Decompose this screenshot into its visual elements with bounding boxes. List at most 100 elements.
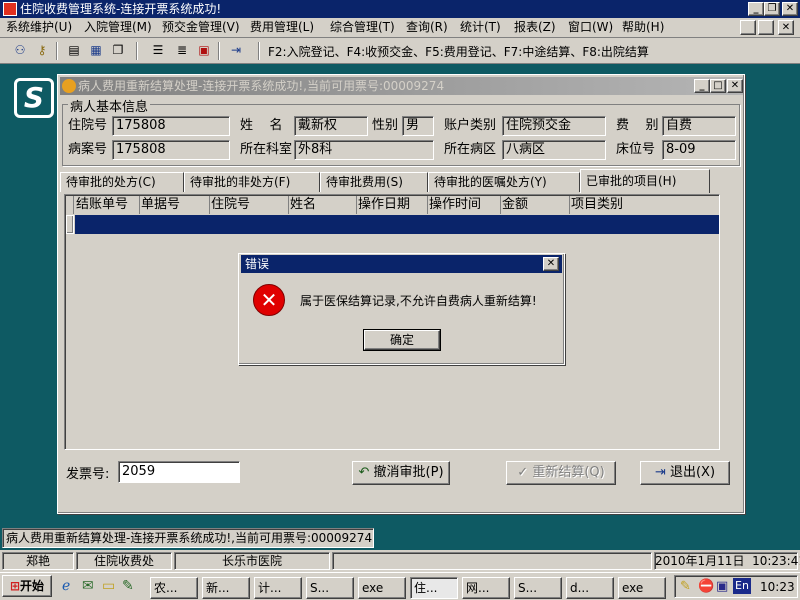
account-type-field[interactable]: 住院预交金 — [502, 116, 606, 136]
menu-help[interactable]: 帮助(H) — [622, 19, 664, 36]
menu-stats[interactable]: 统计(T) — [460, 19, 501, 36]
menu-window[interactable]: 窗口(W) — [568, 19, 613, 36]
col-settlement-no[interactable]: 结账单号 — [76, 196, 140, 214]
list-icon[interactable]: ≣ — [172, 41, 192, 60]
menu-reports[interactable]: 报表(Z) — [514, 19, 556, 36]
case-no-field[interactable]: 175808 — [112, 140, 230, 160]
invoice-label: 发票号: — [66, 467, 110, 482]
window-close-icon[interactable]: ✕ — [727, 79, 743, 93]
status-message: 病人费用重新结算处理-连接开票系统成功!,当前可用票号:00009274 — [2, 528, 374, 548]
fee-type-field[interactable]: 自费 — [662, 116, 736, 136]
dialog-message: 属于医保结算记录,不允许自费病人重新结算! — [300, 294, 537, 308]
cancel-approval-button[interactable]: ↶ 撤消审批(P) — [352, 461, 450, 485]
task-button[interactable]: S... — [306, 577, 354, 599]
task-button[interactable]: 农... — [150, 577, 198, 599]
dept-field[interactable]: 外8科 — [294, 140, 434, 160]
tab-approved-items[interactable]: 已审批的项目(H) — [580, 169, 710, 193]
language-indicator[interactable]: En — [733, 578, 751, 594]
col-amount[interactable]: 金额 — [502, 196, 570, 214]
task-button[interactable]: 新... — [202, 577, 250, 599]
row-header[interactable] — [66, 215, 74, 234]
case-no-label: 病案号 — [68, 142, 108, 157]
window-maximize-icon[interactable]: □ — [710, 79, 726, 93]
inpatient-no-field[interactable]: 175808 — [112, 116, 230, 136]
dialog-close-icon[interactable]: ✕ — [543, 257, 559, 271]
start-button[interactable]: ⊞开始 — [2, 575, 52, 597]
table-row[interactable] — [75, 215, 719, 234]
col-op-date[interactable]: 操作日期 — [358, 196, 428, 214]
col-op-time[interactable]: 操作时间 — [429, 196, 501, 214]
task-button[interactable]: d... — [566, 577, 614, 599]
task-button[interactable]: S... — [514, 577, 562, 599]
ward-field[interactable]: 八病区 — [502, 140, 606, 160]
menu-deposit[interactable]: 预交金管理(V) — [162, 19, 240, 36]
tray-pen-icon[interactable]: ✎ — [680, 579, 691, 594]
menu-general[interactable]: 综合管理(T) — [330, 19, 395, 36]
resettle-button[interactable]: ✓ 重新结算(Q) — [506, 461, 616, 485]
window-minimize-icon[interactable]: _ — [694, 79, 710, 93]
task-button[interactable]: 网... — [462, 577, 510, 599]
name-field[interactable]: 戴新权 — [294, 116, 368, 136]
status-datetime: 2010年1月11日 10:23:41 — [654, 552, 800, 570]
tab-pending-orders[interactable]: 待审批的医嘱处方(Y) — [428, 172, 580, 192]
form-icon[interactable]: ☰ — [148, 41, 168, 60]
minimize-icon[interactable]: _ — [748, 2, 764, 16]
main-titlebar[interactable]: 住院收费管理系统-连接开票系统成功! _ ❐ ✕ — [0, 0, 800, 18]
menu-fees[interactable]: 费用管理(L) — [250, 19, 314, 36]
col-doc-no[interactable]: 单据号 — [141, 196, 210, 214]
tab-pending-fees[interactable]: 待审批费用(S) — [320, 172, 428, 192]
col-item-category[interactable]: 项目类别 — [571, 196, 718, 214]
status-role: 住院收费处 — [76, 552, 172, 570]
copy-icon[interactable]: ❐ — [108, 41, 128, 60]
key-icon[interactable]: ⚷ — [32, 41, 52, 60]
task-button[interactable]: 计... — [254, 577, 302, 599]
tab-pending-prescriptions[interactable]: 待审批的处方(C) — [60, 172, 184, 192]
ok-button[interactable]: 确定 — [363, 329, 441, 351]
report-icon[interactable]: ▣ — [194, 41, 214, 60]
dept-label: 所在科室 — [240, 142, 293, 157]
status-blank — [332, 552, 652, 570]
col-name[interactable]: 姓名 — [290, 196, 357, 214]
desktop-icon[interactable]: ▭ — [102, 578, 115, 594]
exit-button[interactable]: ⇥ 退出(X) — [640, 461, 730, 485]
window-titlebar[interactable]: 病人费用重新结算处理-连接开票系统成功!,当前可用票号:00009274 _ □… — [60, 77, 743, 95]
sex-field[interactable]: 男 — [402, 116, 434, 136]
document-icon[interactable]: ▤ — [64, 41, 84, 60]
mdi-minimize-icon[interactable] — [740, 20, 756, 35]
dialog-titlebar[interactable]: 错误 ✕ — [241, 255, 562, 273]
start-label: 开始 — [20, 579, 45, 593]
menu-bar: 系统维护(U) 入院管理(M) 预交金管理(V) 费用管理(L) 综合管理(T)… — [0, 18, 800, 38]
toolbar: ⚇ ⚷ ▤ ▦ ❐ ☰ ≣ ▣ ⇥ F2:入院登记、F4:收预交金、F5:费用登… — [0, 38, 800, 64]
menu-query[interactable]: 查询(R) — [406, 19, 448, 36]
col-inpatient-no[interactable]: 住院号 — [211, 196, 289, 214]
close-icon[interactable]: ✕ — [782, 2, 798, 16]
channel-icon[interactable]: ✎ — [122, 578, 134, 594]
task-button-active[interactable]: 住... — [410, 577, 458, 599]
toolbar-separator — [218, 42, 220, 60]
window-title: 病人费用重新结算处理-连接开票系统成功!,当前可用票号:00009274 — [78, 79, 445, 93]
dialog-title: 错误 — [245, 257, 270, 271]
users-icon[interactable]: ⚇ — [10, 41, 30, 60]
outlook-icon[interactable]: ✉ — [82, 578, 94, 594]
exit-icon: ⇥ — [654, 465, 666, 480]
app-logo: S — [14, 78, 54, 118]
bed-no-field[interactable]: 8-09 — [662, 140, 736, 160]
invoice-input[interactable]: 2059 — [118, 461, 240, 483]
ward-label: 所在病区 — [444, 142, 497, 157]
mdi-restore-icon[interactable] — [758, 20, 774, 35]
task-button[interactable]: exe — [358, 577, 406, 599]
task-button[interactable]: exe — [618, 577, 666, 599]
menu-system[interactable]: 系统维护(U) — [6, 19, 72, 36]
menu-admission[interactable]: 入院管理(M) — [84, 19, 152, 36]
tab-pending-non-prescriptions[interactable]: 待审批的非处方(F) — [184, 172, 320, 192]
tray-network-icon[interactable]: ▣ — [716, 579, 728, 594]
mdi-close-icon[interactable]: ✕ — [778, 20, 794, 35]
ie-icon[interactable]: ℯ — [62, 578, 70, 594]
exit-door-icon[interactable]: ⇥ — [226, 41, 246, 60]
restore-icon[interactable]: ❐ — [764, 2, 780, 16]
edit-icon[interactable]: ▦ — [86, 41, 106, 60]
toolbar-separator — [258, 42, 260, 60]
inpatient-no-label: 住院号 — [68, 118, 108, 133]
tray-stop-icon[interactable]: ⛔ — [698, 579, 714, 594]
row-header-corner — [66, 196, 74, 214]
